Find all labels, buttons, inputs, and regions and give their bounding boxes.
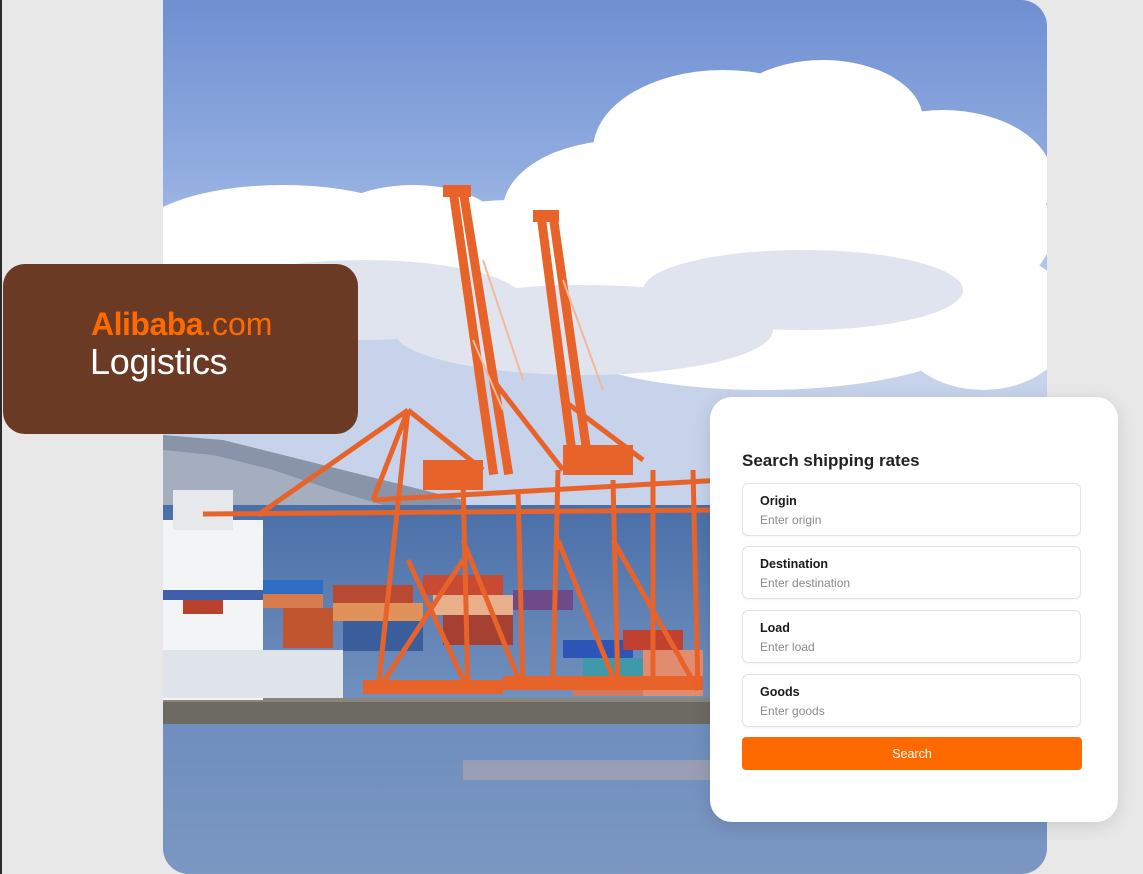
search-button[interactable]: Search — [742, 737, 1082, 770]
logo-card: Alibaba.com Logistics — [3, 264, 358, 434]
load-field[interactable]: Load — [742, 610, 1081, 663]
origin-label: Origin — [760, 494, 797, 508]
brand-logo: Alibaba.com — [91, 308, 272, 340]
destination-input[interactable] — [760, 575, 1060, 591]
origin-field[interactable]: Origin — [742, 483, 1081, 536]
search-shipping-panel: Search shipping rates Origin Destination… — [710, 397, 1118, 822]
goods-label: Goods — [760, 685, 800, 699]
brand-tld: .com — [203, 306, 273, 342]
destination-label: Destination — [760, 557, 829, 571]
origin-input[interactable] — [760, 512, 1060, 528]
destination-field[interactable]: Destination — [742, 546, 1081, 599]
goods-input[interactable] — [760, 703, 1060, 719]
load-label: Load — [760, 621, 790, 635]
left-edge-divider — [0, 0, 2, 874]
goods-field[interactable]: Goods — [742, 674, 1081, 727]
brand-product: Logistics — [90, 341, 228, 382]
panel-title: Search shipping rates — [742, 451, 920, 470]
brand-name: Alibaba — [91, 306, 204, 342]
load-input[interactable] — [760, 639, 1060, 655]
